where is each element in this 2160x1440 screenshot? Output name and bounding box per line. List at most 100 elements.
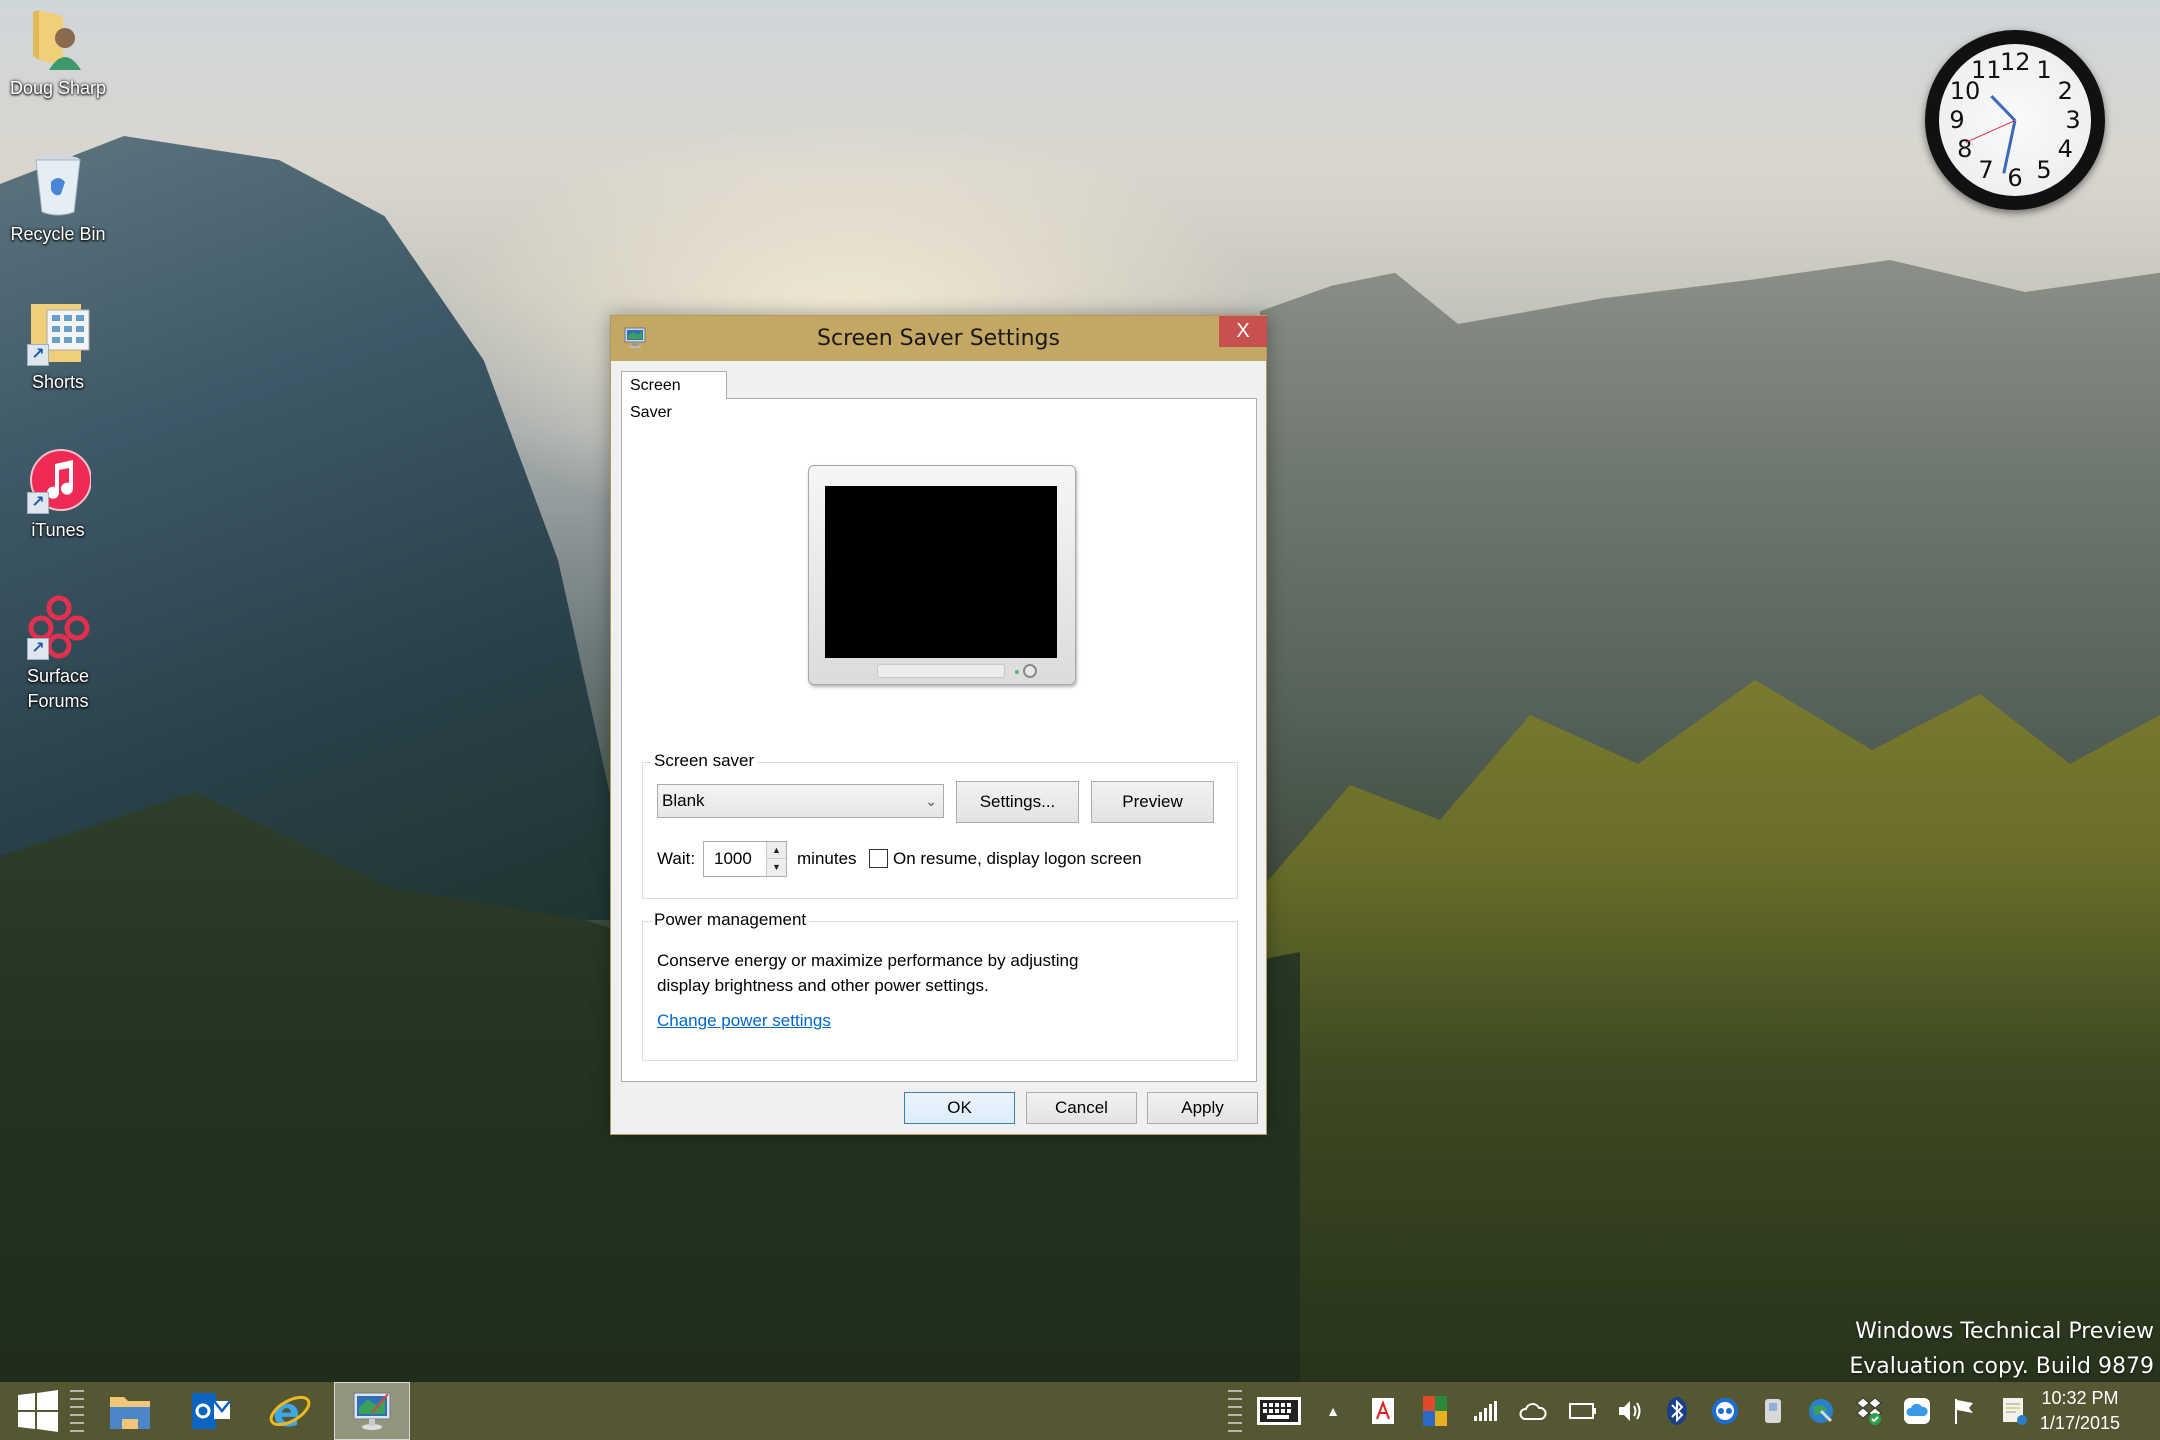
itunes-icon: ↗ (25, 448, 92, 514)
clock-gadget[interactable]: 12 1 2 3 4 5 6 7 8 9 10 11 (1925, 30, 2105, 210)
screen-saver-selected-value: Blank (662, 791, 705, 810)
dialog-title: Screen Saver Settings (817, 326, 1060, 351)
recycle-bin-icon (25, 152, 91, 218)
onedrive-icon[interactable] (1516, 1394, 1550, 1428)
cancel-button[interactable]: Cancel (1026, 1092, 1137, 1124)
app-blue-icon[interactable] (1708, 1394, 1742, 1428)
chevron-down-icon: ⌄ (925, 793, 937, 809)
desktop-icon-label: Doug Sharp (9, 78, 107, 98)
screen-saver-select[interactable]: Blank ⌄ (657, 784, 944, 818)
show-hidden-icons-icon[interactable]: ▲ (1316, 1394, 1350, 1428)
touch-keyboard-icon[interactable] (1256, 1394, 1302, 1428)
wait-minutes-value[interactable]: 1000 (714, 849, 752, 869)
spin-down-icon[interactable]: ▼ (767, 859, 786, 876)
desktop-icon-doug-sharp[interactable]: Doug Sharp (0, 6, 116, 101)
office-icon[interactable] (1418, 1394, 1452, 1428)
user-folder-icon (25, 6, 91, 72)
desktop-icon-label: Recycle Bin (10, 224, 106, 244)
windows-logo-icon (18, 1390, 58, 1432)
screen-saver-group: Screen saver Blank ⌄ Settings... Preview… (642, 751, 1238, 899)
wait-label: Wait: (657, 849, 696, 868)
screen-saver-settings-dialog: Screen Saver Settings X Screen Saver Scr… (610, 315, 1267, 1135)
power-description-line: Conserve energy or maximize performance … (657, 951, 1079, 970)
clock-number: 11 (1971, 55, 2002, 84)
watermark-line: Windows Technical Preview (1855, 1319, 2154, 1344)
battery-icon[interactable] (1566, 1394, 1600, 1428)
watermark-line: Evaluation copy. Build 9879 (1849, 1354, 2154, 1379)
wait-minutes-stepper[interactable]: 1000 ▲ ▼ (703, 841, 787, 877)
logon-screen-checkbox-label[interactable]: On resume, display logon screen (893, 849, 1142, 869)
logon-screen-checkbox[interactable] (869, 849, 888, 868)
evaluation-watermark: Windows Technical Preview Evaluation cop… (1849, 1314, 2154, 1384)
clock-number: 3 (2065, 106, 2081, 134)
outlook-icon (192, 1393, 231, 1429)
surface-forums-icon: ↗ (25, 594, 91, 660)
desktop-icon-itunes[interactable]: ↗ iTunes (0, 448, 116, 543)
desktop-icon-shorts[interactable]: ↗ Shorts (0, 300, 116, 395)
bluetooth-icon[interactable] (1660, 1394, 1694, 1428)
power-button-icon (1023, 664, 1037, 678)
dropbox-icon[interactable] (1852, 1394, 1886, 1428)
preview-screen (825, 486, 1057, 658)
preview-button[interactable]: Preview (1091, 781, 1214, 823)
taskbar-outlook[interactable] (172, 1382, 248, 1440)
change-power-settings-link[interactable]: Change power settings (657, 1011, 831, 1031)
taskbar-screen-saver-settings[interactable] (334, 1382, 410, 1440)
tab-panel: Screen saver Blank ⌄ Settings... Preview… (621, 398, 1257, 1082)
close-button[interactable]: X (1219, 316, 1267, 347)
desktop-icon-label: Shorts (31, 372, 85, 392)
shortcut-arrow-icon: ↗ (27, 492, 49, 514)
clock-time: 10:32 PM (2041, 1388, 2119, 1408)
settings-button[interactable]: Settings... (956, 781, 1079, 823)
power-description-line: display brightness and other power setti… (657, 976, 989, 995)
spin-up-icon[interactable]: ▲ (767, 842, 786, 859)
desktop-icon-label: Surface Forums (26, 666, 90, 711)
tab-screen-saver[interactable]: Screen Saver (621, 371, 727, 421)
file-explorer-icon (110, 1397, 150, 1429)
signal-icon[interactable] (1468, 1394, 1502, 1428)
monitor-preview (808, 465, 1076, 685)
power-led-icon (1015, 670, 1019, 674)
desktop-icon-label: iTunes (31, 520, 85, 540)
power-management-group-label: Power management (651, 910, 810, 930)
volume-icon[interactable] (1614, 1394, 1648, 1428)
taskbar-grip[interactable] (70, 1390, 84, 1432)
power-management-group: Power management Conserve energy or maxi… (642, 910, 1238, 1061)
usb-drive-icon[interactable] (1756, 1394, 1790, 1428)
clock-number: 2 (2057, 77, 2073, 105)
clock-date: 1/17/2015 (2039, 1413, 2120, 1433)
taskbar-internet-explorer[interactable]: e (252, 1382, 328, 1440)
icloud-icon[interactable] (1900, 1394, 1934, 1428)
wait-row: Wait: 1000 ▲ ▼ minutes On resume, displa… (657, 841, 1227, 879)
shortcut-arrow-icon: ↗ (27, 638, 49, 660)
notification-icon[interactable] (1998, 1394, 2032, 1428)
title-bar[interactable]: Screen Saver Settings X (611, 316, 1267, 361)
clock-number: 9 (1949, 106, 1965, 134)
clock-number: 12 (2000, 48, 2031, 76)
ok-button[interactable]: OK (904, 1092, 1015, 1124)
monitor-base (877, 664, 1005, 678)
internet-explorer-icon: e (269, 1390, 311, 1434)
taskbar-grip[interactable] (1228, 1390, 1242, 1432)
power-description: Conserve energy or maximize performance … (657, 948, 1078, 998)
clock-second-hand (1965, 119, 2016, 143)
taskbar-clock[interactable]: 10:32 PM 1/17/2015 (2040, 1386, 2120, 1436)
start-button[interactable] (0, 1382, 76, 1440)
clock-number: 8 (1957, 135, 1973, 163)
taskbar: e ▲ 10:32 PM 1/17/2015 (0, 1382, 2160, 1440)
taskbar-file-explorer[interactable] (92, 1382, 168, 1440)
screen-saver-group-label: Screen saver (651, 751, 758, 771)
action-center-flag-icon[interactable] (1948, 1394, 1982, 1428)
apply-button[interactable]: Apply (1147, 1092, 1258, 1124)
clock-face: 12 1 2 3 4 5 6 7 8 9 10 11 (1939, 44, 2091, 196)
network-globe-icon[interactable] (1804, 1394, 1838, 1428)
desktop-icon-recycle-bin[interactable]: Recycle Bin (0, 152, 116, 247)
folder-shortcut-icon: ↗ (25, 300, 91, 366)
minutes-label: minutes (797, 849, 857, 868)
display-settings-icon (353, 1392, 391, 1430)
shortcut-arrow-icon: ↗ (27, 344, 49, 366)
clock-hour-hand (1990, 94, 2017, 122)
pdf-icon[interactable] (1366, 1394, 1400, 1428)
desktop-icon-surface-forums[interactable]: ↗ Surface Forums (0, 594, 116, 714)
clock-number: 5 (2036, 156, 2052, 185)
